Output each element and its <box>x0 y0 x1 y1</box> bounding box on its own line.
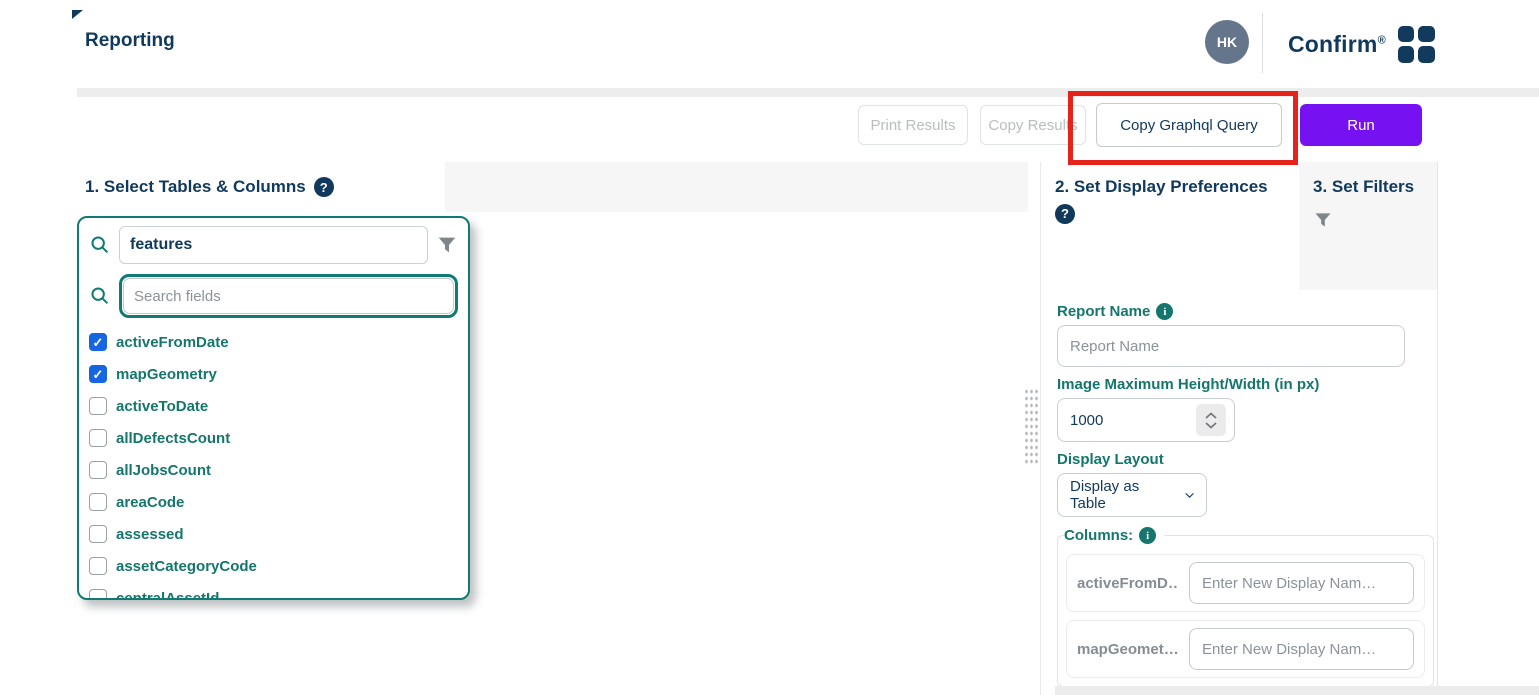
number-stepper[interactable] <box>1196 404 1226 436</box>
field-search-focus-ring <box>119 274 458 318</box>
app-grid-icon[interactable] <box>1398 26 1435 63</box>
tab-filters-label: 3. Set Filters <box>1313 174 1427 200</box>
tab-select-tables-columns[interactable]: 1. Select Tables & Columns ? <box>77 162 445 212</box>
panel-resize-handle[interactable] <box>1024 388 1038 464</box>
display-layout-label: Display Layout <box>1057 451 1437 468</box>
display-preferences-panel: 2. Set Display Preferences ? 3. Set Filt… <box>1041 162 1438 695</box>
field-checkbox-row[interactable]: ✓ activeFromDate <box>89 326 468 358</box>
display-layout-select[interactable]: Display as Table <box>1057 473 1207 517</box>
avatar[interactable]: HK <box>1205 20 1249 64</box>
checkbox[interactable]: ✓ <box>89 525 107 543</box>
brand-logo-text: Confirm® <box>1288 31 1386 58</box>
checkbox[interactable]: ✓ <box>89 589 107 600</box>
field-checkbox-row[interactable]: ✓ mapGeometry <box>89 358 468 390</box>
tab-set-filters[interactable]: 3. Set Filters <box>1299 162 1437 290</box>
columns-group: Columns: i activeFromD… mapGeomet… <box>1057 527 1434 687</box>
columns-label: Columns: i <box>1064 527 1156 544</box>
image-max-size-value: 1000 <box>1070 412 1196 429</box>
select-tables-heading: 1. Select Tables & Columns <box>85 177 306 197</box>
copy-graphql-query-button[interactable]: Copy Graphql Query <box>1096 103 1282 147</box>
checkbox[interactable]: ✓ <box>89 333 107 351</box>
table-search-input[interactable] <box>119 226 428 264</box>
field-checkbox-row[interactable]: ✓ allDefectsCount <box>89 422 468 454</box>
brand-area: Confirm® <box>1288 22 1435 66</box>
filter-icon[interactable] <box>436 234 458 256</box>
checkbox[interactable]: ✓ <box>89 557 107 575</box>
field-label: assetCategoryCode <box>116 558 257 575</box>
tab-set-display-preferences[interactable]: 2. Set Display Preferences ? <box>1041 162 1293 290</box>
right-tab-strip: 2. Set Display Preferences ? 3. Set Filt… <box>1041 162 1437 290</box>
field-label: assessed <box>116 526 184 543</box>
search-icon <box>89 234 111 256</box>
help-icon[interactable]: ? <box>1055 204 1075 224</box>
field-label: activeToDate <box>116 398 208 415</box>
checkbox[interactable]: ✓ <box>89 429 107 447</box>
checkbox[interactable]: ✓ <box>89 493 107 511</box>
field-checkbox-row[interactable]: ✓ areaCode <box>89 486 468 518</box>
field-checkbox-row[interactable]: ✓ activeToDate <box>89 390 468 422</box>
field-label: activeFromDate <box>116 334 229 351</box>
info-icon[interactable]: i <box>1156 303 1173 320</box>
left-tab-strip: 1. Select Tables & Columns ? <box>77 162 1028 212</box>
field-checkbox-row[interactable]: ✓ centralAssetId <box>89 582 468 600</box>
field-label: allDefectsCount <box>116 430 230 447</box>
image-max-size-field[interactable]: 1000 <box>1057 398 1235 442</box>
check-icon: ✓ <box>93 336 104 349</box>
checkbox[interactable]: ✓ <box>89 365 107 383</box>
print-results-button[interactable]: Print Results <box>858 105 968 145</box>
tab-display-label: 2. Set Display Preferences ? <box>1055 177 1268 222</box>
check-icon: ✓ <box>93 368 104 381</box>
fields-checkbox-list: ✓ activeFromDate ✓ mapGeometry ✓ activeT… <box>79 320 468 600</box>
info-icon[interactable]: i <box>1139 527 1156 544</box>
column-name: mapGeomet… <box>1077 641 1179 658</box>
field-checkbox-row[interactable]: ✓ assetCategoryCode <box>89 550 468 582</box>
filter-icon <box>1313 210 1427 235</box>
column-display-name-input[interactable] <box>1189 562 1414 604</box>
help-icon[interactable]: ? <box>314 177 334 197</box>
run-button[interactable]: Run <box>1300 104 1422 146</box>
tables-columns-panel: ✓ activeFromDate ✓ mapGeometry ✓ activeT… <box>77 216 470 600</box>
column-display-name-input[interactable] <box>1189 628 1414 670</box>
field-search-input[interactable] <box>123 278 454 314</box>
field-label: centralAssetId <box>116 590 219 601</box>
header-separator-band <box>77 88 1539 97</box>
chevron-down-icon <box>1183 488 1196 502</box>
horizontal-scrollbar-track[interactable] <box>1055 686 1539 695</box>
column-rename-row: activeFromD… <box>1066 554 1425 612</box>
display-layout-value: Display as Table <box>1070 478 1173 512</box>
corner-marker <box>72 10 83 19</box>
column-name: activeFromD… <box>1077 575 1179 592</box>
field-label: allJobsCount <box>116 462 211 479</box>
avatar-initials: HK <box>1217 34 1237 50</box>
display-preferences-body: Report Name i Image Maximum Height/Width… <box>1041 290 1437 687</box>
report-name-input[interactable] <box>1057 325 1405 367</box>
page-title: Reporting <box>85 30 175 52</box>
column-rename-row: mapGeomet… <box>1066 620 1425 678</box>
image-max-label: Image Maximum Height/Width (in px) <box>1057 376 1437 393</box>
table-search-row <box>79 218 468 266</box>
field-search-row <box>79 266 468 320</box>
checkbox[interactable]: ✓ <box>89 461 107 479</box>
search-icon <box>89 285 111 307</box>
field-label: areaCode <box>116 494 184 511</box>
registered-mark: ® <box>1378 34 1386 46</box>
field-checkbox-row[interactable]: ✓ assessed <box>89 518 468 550</box>
copy-results-button[interactable]: Copy Results <box>980 105 1086 145</box>
report-name-label: Report Name i <box>1057 303 1437 320</box>
checkbox[interactable]: ✓ <box>89 397 107 415</box>
field-checkbox-row[interactable]: ✓ allJobsCount <box>89 454 468 486</box>
field-label: mapGeometry <box>116 366 217 383</box>
header-divider <box>1262 13 1263 73</box>
